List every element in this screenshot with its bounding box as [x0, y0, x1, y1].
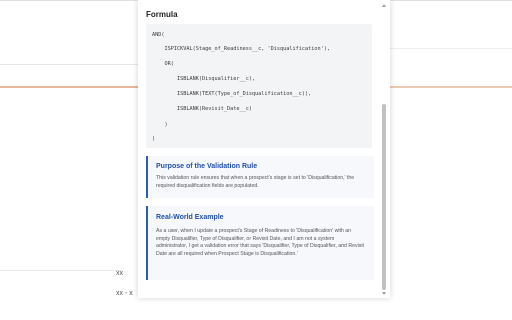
- formula-heading: Formula: [146, 10, 178, 19]
- background-row-divider: [0, 64, 140, 65]
- background-accent-line: [0, 86, 140, 88]
- example-card: Real-World Example As a user, when I upd…: [146, 206, 374, 280]
- code-line: ISBLANK(Revisit_Date__c): [152, 106, 252, 112]
- code-line: ISBLANK(TEXT(Type_of_Disqualification__c…: [152, 91, 312, 97]
- background-label: xx: [116, 270, 123, 277]
- code-line: OR(: [152, 61, 174, 67]
- scroll-down-icon[interactable]: [382, 292, 386, 295]
- background-accent-line-right: [390, 86, 512, 88]
- modal-scrollbar[interactable]: [380, 0, 388, 298]
- background-row-divider-right: [390, 48, 512, 49]
- modal-scroll-content[interactable]: Formula AND( ISPICKVAL(Stage_of_Readines…: [146, 0, 378, 298]
- purpose-card: Purpose of the Validation Rule This vali…: [146, 156, 374, 198]
- code-line: ISPICKVAL(Stage_of_Readiness__c, 'Disqua…: [152, 46, 331, 52]
- code-line: ): [152, 136, 156, 142]
- background-row-divider: [0, 270, 122, 271]
- scrollbar-thumb[interactable]: [382, 104, 386, 290]
- scroll-up-icon[interactable]: [382, 4, 386, 7]
- formula-code-block: AND( ISPICKVAL(Stage_of_Readiness__c, 'D…: [146, 24, 372, 148]
- background-label: xx - x: [116, 290, 133, 297]
- formula-modal: Formula AND( ISPICKVAL(Stage_of_Readines…: [138, 0, 390, 298]
- purpose-title: Purpose of the Validation Rule: [156, 163, 258, 170]
- code-line: ISBLANK(Disqualifier__c),: [152, 76, 256, 82]
- purpose-body: This validation rule ensures that when a…: [156, 175, 355, 189]
- code-line: AND(: [152, 32, 165, 38]
- example-title: Real-World Example: [156, 214, 224, 221]
- example-body: As a user, when I update a prospect's St…: [156, 228, 364, 257]
- code-line: ): [152, 122, 168, 128]
